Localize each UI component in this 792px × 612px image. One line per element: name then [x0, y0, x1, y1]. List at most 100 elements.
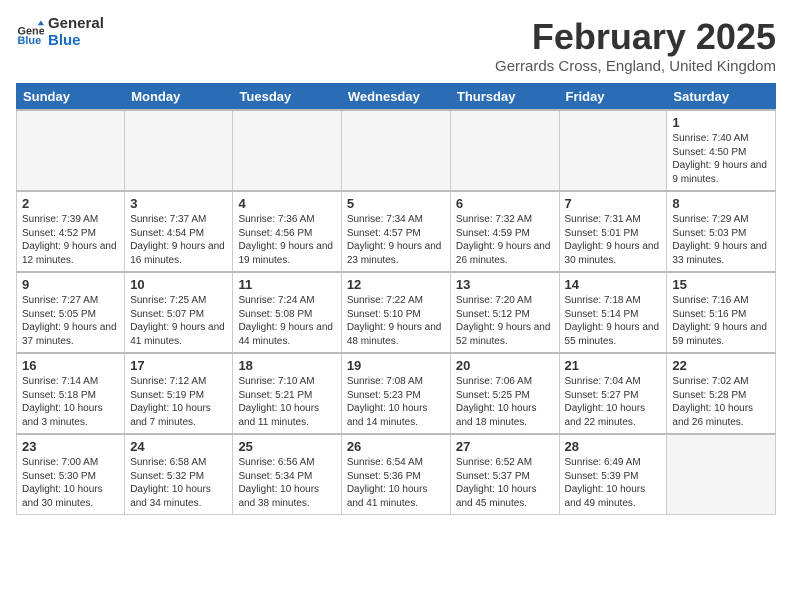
day-number: 5 [347, 196, 445, 211]
logo: General Blue General Blue [16, 16, 104, 49]
calendar-cell: 26 Sunrise: 6:54 AM Sunset: 5:36 PM Dayli… [341, 434, 450, 515]
day-detail: Sunrise: 7:16 AM Sunset: 5:16 PM Dayligh… [672, 294, 770, 348]
day-number: 10 [130, 277, 227, 292]
week-row-1: 1 Sunrise: 7:40 AM Sunset: 4:50 PM Daylig… [17, 110, 776, 191]
calendar-cell [667, 434, 776, 515]
col-header-saturday: Saturday [667, 84, 776, 111]
day-number: 17 [130, 358, 227, 373]
calendar-cell [233, 110, 341, 191]
day-detail: Sunrise: 7:04 AM Sunset: 5:27 PM Dayligh… [565, 375, 662, 429]
day-number: 1 [672, 115, 770, 130]
calendar-cell: 13Sunrise: 7:20 AM Sunset: 5:12 PM Dayli… [450, 272, 559, 353]
day-detail: Sunrise: 7:29 AM Sunset: 5:03 PM Dayligh… [672, 213, 770, 267]
calendar-cell: 19 Sunrise: 7:08 AM Sunset: 5:23 PM Dayli… [341, 353, 450, 434]
page-header: General Blue General Blue February 2025 … [16, 16, 776, 75]
svg-text:Blue: Blue [18, 34, 42, 46]
day-number: 19 [347, 358, 445, 373]
day-detail: Sunrise: 7:10 AM Sunset: 5:21 PM Dayligh… [238, 375, 335, 429]
day-detail: Sunrise: 7:12 AM Sunset: 5:19 PM Dayligh… [130, 375, 227, 429]
col-header-sunday: Sunday [17, 84, 125, 111]
calendar-cell: 21 Sunrise: 7:04 AM Sunset: 5:27 PM Dayli… [559, 353, 667, 434]
logo-wordmark: General Blue [48, 16, 104, 49]
day-detail: Sunrise: 6:54 AM Sunset: 5:36 PM Dayligh… [347, 456, 445, 510]
calendar-cell: 12 Sunrise: 7:22 AM Sunset: 5:10 PM Dayli… [341, 272, 450, 353]
day-detail: Sunrise: 7:24 AM Sunset: 5:08 PM Dayligh… [238, 294, 335, 348]
calendar-cell: 27 Sunrise: 6:52 AM Sunset: 5:37 PM Dayli… [450, 434, 559, 515]
calendar-cell: 1 Sunrise: 7:40 AM Sunset: 4:50 PM Daylig… [667, 110, 776, 191]
day-detail: Sunrise: 6:56 AM Sunset: 5:34 PM Dayligh… [238, 456, 335, 510]
calendar-cell: 4 Sunrise: 7:36 AM Sunset: 4:56 PM Daylig… [233, 191, 341, 272]
day-number: 4 [238, 196, 335, 211]
day-number: 12 [347, 277, 445, 292]
calendar-cell: 15 Sunrise: 7:16 AM Sunset: 5:16 PM Dayli… [667, 272, 776, 353]
day-detail: Sunrise: 7:18 AM Sunset: 5:14 PM Dayligh… [565, 294, 662, 348]
calendar-cell [559, 110, 667, 191]
day-detail: Sunrise: 7:25 AM Sunset: 5:07 PM Dayligh… [130, 294, 227, 348]
day-number: 2 [22, 196, 119, 211]
day-number: 6 [456, 196, 554, 211]
calendar-cell: 10 Sunrise: 7:25 AM Sunset: 5:07 PM Dayli… [125, 272, 233, 353]
day-number: 9 [22, 277, 119, 292]
calendar-cell [17, 110, 125, 191]
day-number: 3 [130, 196, 227, 211]
day-detail: Sunrise: 7:37 AM Sunset: 4:54 PM Dayligh… [130, 213, 227, 267]
calendar-cell: 6 Sunrise: 7:32 AM Sunset: 4:59 PM Daylig… [450, 191, 559, 272]
day-detail: Sunrise: 7:14 AM Sunset: 5:18 PM Dayligh… [22, 375, 119, 429]
calendar-cell: 22 Sunrise: 7:02 AM Sunset: 5:28 PM Dayli… [667, 353, 776, 434]
calendar-cell [125, 110, 233, 191]
day-detail: Sunrise: 7:08 AM Sunset: 5:23 PM Dayligh… [347, 375, 445, 429]
day-detail: Sunrise: 7:36 AM Sunset: 4:56 PM Dayligh… [238, 213, 335, 267]
col-header-monday: Monday [125, 84, 233, 111]
calendar-cell: 25 Sunrise: 6:56 AM Sunset: 5:34 PM Dayli… [233, 434, 341, 515]
title-block: February 2025 Gerrards Cross, England, U… [495, 16, 776, 75]
day-number: 18 [238, 358, 335, 373]
day-number: 22 [672, 358, 770, 373]
calendar-cell: 5 Sunrise: 7:34 AM Sunset: 4:57 PM Daylig… [341, 191, 450, 272]
calendar-cell: 9 Sunrise: 7:27 AM Sunset: 5:05 PM Daylig… [17, 272, 125, 353]
calendar-cell: 28 Sunrise: 6:49 AM Sunset: 5:39 PM Dayli… [559, 434, 667, 515]
week-row-4: 16Sunrise: 7:14 AM Sunset: 5:18 PM Dayli… [17, 353, 776, 434]
calendar-cell: 23 Sunrise: 7:00 AM Sunset: 5:30 PM Dayli… [17, 434, 125, 515]
day-detail: Sunrise: 7:31 AM Sunset: 5:01 PM Dayligh… [565, 213, 662, 267]
calendar-cell: 2 Sunrise: 7:39 AM Sunset: 4:52 PM Daylig… [17, 191, 125, 272]
day-detail: Sunrise: 7:02 AM Sunset: 5:28 PM Dayligh… [672, 375, 770, 429]
day-number: 28 [565, 439, 662, 454]
calendar-table: SundayMondayTuesdayWednesdayThursdayFrid… [16, 83, 776, 515]
day-detail: Sunrise: 7:22 AM Sunset: 5:10 PM Dayligh… [347, 294, 445, 348]
day-number: 21 [565, 358, 662, 373]
calendar-cell [450, 110, 559, 191]
day-detail: Sunrise: 7:06 AM Sunset: 5:25 PM Dayligh… [456, 375, 554, 429]
calendar-cell: 17 Sunrise: 7:12 AM Sunset: 5:19 PM Dayli… [125, 353, 233, 434]
calendar-cell: 16Sunrise: 7:14 AM Sunset: 5:18 PM Dayli… [17, 353, 125, 434]
week-row-2: 2 Sunrise: 7:39 AM Sunset: 4:52 PM Daylig… [17, 191, 776, 272]
day-number: 15 [672, 277, 770, 292]
day-detail: Sunrise: 7:34 AM Sunset: 4:57 PM Dayligh… [347, 213, 445, 267]
day-detail: Sunrise: 6:52 AM Sunset: 5:37 PM Dayligh… [456, 456, 554, 510]
day-number: 27 [456, 439, 554, 454]
day-number: 11 [238, 277, 335, 292]
day-number: 23 [22, 439, 119, 454]
logo-icon: General Blue [16, 19, 44, 47]
calendar-cell [341, 110, 450, 191]
day-number: 25 [238, 439, 335, 454]
col-header-tuesday: Tuesday [233, 84, 341, 111]
col-header-friday: Friday [559, 84, 667, 111]
calendar-cell: 20 Sunrise: 7:06 AM Sunset: 5:25 PM Dayli… [450, 353, 559, 434]
day-detail: Sunrise: 6:58 AM Sunset: 5:32 PM Dayligh… [130, 456, 227, 510]
day-detail: Sunrise: 7:32 AM Sunset: 4:59 PM Dayligh… [456, 213, 554, 267]
col-header-wednesday: Wednesday [341, 84, 450, 111]
day-detail: Sunrise: 7:40 AM Sunset: 4:50 PM Dayligh… [672, 132, 770, 186]
day-detail: Sunrise: 7:27 AM Sunset: 5:05 PM Dayligh… [22, 294, 119, 348]
day-number: 14 [565, 277, 662, 292]
day-detail: Sunrise: 7:39 AM Sunset: 4:52 PM Dayligh… [22, 213, 119, 267]
header-row: SundayMondayTuesdayWednesdayThursdayFrid… [17, 84, 776, 111]
day-detail: Sunrise: 6:49 AM Sunset: 5:39 PM Dayligh… [565, 456, 662, 510]
calendar-cell: 14 Sunrise: 7:18 AM Sunset: 5:14 PM Dayli… [559, 272, 667, 353]
day-number: 7 [565, 196, 662, 211]
week-row-5: 23 Sunrise: 7:00 AM Sunset: 5:30 PM Dayli… [17, 434, 776, 515]
day-number: 26 [347, 439, 445, 454]
day-detail: Sunrise: 7:00 AM Sunset: 5:30 PM Dayligh… [22, 456, 119, 510]
calendar-cell: 11 Sunrise: 7:24 AM Sunset: 5:08 PM Dayli… [233, 272, 341, 353]
calendar-cell: 7 Sunrise: 7:31 AM Sunset: 5:01 PM Daylig… [559, 191, 667, 272]
day-number: 20 [456, 358, 554, 373]
